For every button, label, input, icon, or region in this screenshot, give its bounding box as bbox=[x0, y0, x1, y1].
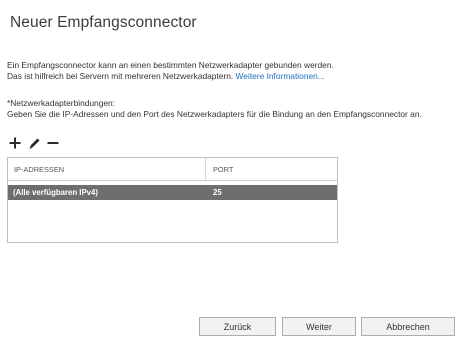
column-header-port[interactable]: PORT bbox=[206, 165, 337, 174]
intro-text: Ein Empfangsconnector kann an einen best… bbox=[7, 60, 467, 82]
cell-ip: (Alle verfügbaren IPv4) bbox=[13, 188, 98, 197]
page-title: Neuer Empfangsconnector bbox=[10, 14, 197, 31]
binding-section: *Netzwerkadapterbindungen: Geben Sie die… bbox=[7, 98, 467, 119]
more-info-link[interactable]: Weitere Informationen... bbox=[236, 71, 325, 81]
table-row[interactable]: (Alle verfügbaren IPv4) 25 bbox=[8, 185, 337, 200]
back-button[interactable]: Zurück bbox=[199, 317, 276, 336]
binding-description: Geben Sie die IP-Adressen und den Port d… bbox=[7, 108, 422, 119]
edit-icon[interactable] bbox=[27, 136, 41, 150]
column-header-ip[interactable]: IP-ADRESSEN bbox=[8, 158, 206, 180]
binding-toolbar bbox=[8, 136, 60, 150]
intro-line-2-text: Das ist hilfreich bei Servern mit mehrer… bbox=[7, 71, 234, 81]
binding-table: IP-ADRESSEN PORT (Alle verfügbaren IPv4)… bbox=[7, 157, 338, 243]
binding-label: *Netzwerkadapterbindungen: bbox=[7, 98, 116, 108]
intro-line-2: Das ist hilfreich bei Servern mit mehrer… bbox=[7, 71, 467, 82]
table-header: IP-ADRESSEN PORT bbox=[8, 158, 337, 181]
cell-port: 25 bbox=[213, 188, 222, 197]
intro-line-1: Ein Empfangsconnector kann an einen best… bbox=[7, 60, 334, 70]
cancel-button[interactable]: Abbrechen bbox=[361, 317, 455, 336]
add-icon[interactable] bbox=[8, 136, 22, 150]
remove-icon[interactable] bbox=[46, 136, 60, 150]
next-button[interactable]: Weiter bbox=[282, 317, 356, 336]
